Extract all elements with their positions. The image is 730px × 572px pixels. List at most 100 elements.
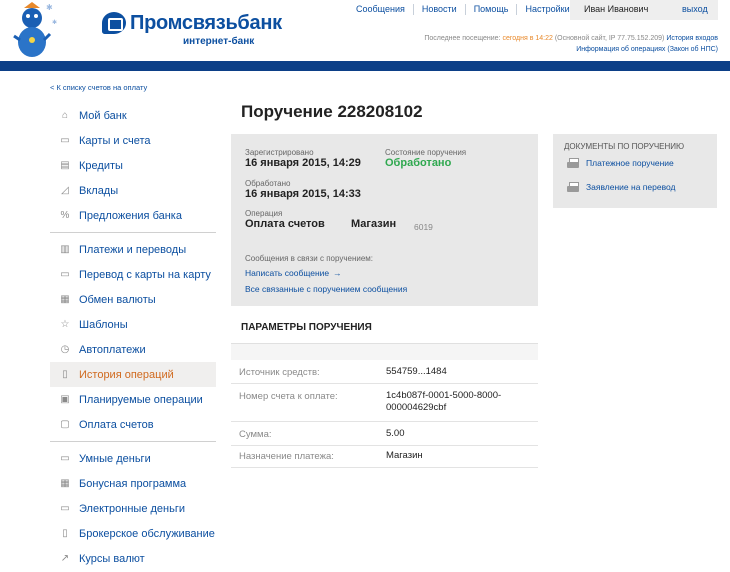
sidebar-item-label: Мой банк (79, 109, 127, 122)
card-icon: ▭ (60, 135, 70, 146)
calendar-icon: ▣ (60, 394, 70, 405)
param-label: Источник средств: (239, 367, 320, 378)
bank-name[interactable]: Промсвязьбанк (130, 12, 282, 35)
printer-icon (567, 158, 579, 168)
sidebar-group-payments: ▥ Платежи и переводы ▭ Перевод с карты на … (50, 237, 216, 442)
sidebar-item-history[interactable]: ▯ История операций (50, 362, 216, 387)
write-message-link[interactable]: Написать сообщение → (245, 268, 342, 278)
sidebar-item-smart-money[interactable]: ▭ Умные деньги (50, 446, 216, 471)
sidebar-item-broker[interactable]: ▯ Брокерское обслуживание (50, 521, 216, 546)
sidebar-item-label: Платежи и переводы (79, 243, 187, 256)
doc-payment-order-link[interactable]: Платежное поручение (567, 158, 674, 168)
emoney-icon: ▭ (60, 503, 70, 514)
sidebar-item-my-bank[interactable]: ⌂ Мой банк (50, 103, 216, 128)
doc-transfer-request-link[interactable]: Заявление на перевод (567, 182, 676, 192)
sidebar-item-offers[interactable]: % Предложения банка (50, 203, 216, 228)
nav-help[interactable]: Помощь (466, 4, 518, 15)
header-bar (0, 61, 730, 71)
sidebar-item-label: Перевод с карты на карту (79, 268, 211, 281)
sidebar-item-label: Кредиты (79, 159, 123, 172)
user-name[interactable]: Иван Иванович (584, 4, 648, 14)
star-icon: ☆ (60, 319, 70, 330)
operation-code: 6019 (414, 222, 433, 232)
param-value: 1c4b087f-0001-5000-8000-000004629cbf (386, 390, 502, 413)
header: ✱ ✱ Промсвязьбанк интернет-банк Сообщени… (0, 0, 730, 62)
table-row: Источник средств: 554759...1484 (231, 360, 538, 384)
wallet-icon: ▭ (60, 453, 70, 464)
processed-value: 16 января 2015, 14:33 (245, 188, 361, 200)
last-visit-info: Последнее посещение: сегодня в 14:22 (Ос… (424, 35, 718, 42)
login-history-link[interactable]: История входов (666, 35, 718, 42)
sidebar-item-payments[interactable]: ▥ Платежи и переводы (50, 237, 216, 262)
status-badge: Обработано (385, 157, 452, 169)
sidebar-item-label: Умные деньги (79, 452, 151, 465)
param-value: 5.00 (386, 428, 405, 439)
params-title: ПАРАМЕТРЫ ПОРУЧЕНИЯ (241, 322, 372, 333)
table-row: Сумма: 5.00 (231, 422, 538, 446)
sidebar-item-label: Карты и счета (79, 134, 151, 147)
order-info-panel: Зарегистрировано 16 января 2015, 14:29 С… (231, 134, 538, 306)
sidebar-item-label: Автоплатежи (79, 343, 146, 356)
clock-icon: ◷ (60, 344, 70, 355)
document-icon: ▯ (62, 369, 68, 380)
last-visit-suffix: (Основной сайт, IP 77.75.152.209) (554, 35, 665, 42)
sidebar-item-planned[interactable]: ▣ Планируемые операции (50, 387, 216, 412)
sidebar-group-services: ▭ Умные деньги ▦ Бонусная программа ▭ Элект… (50, 446, 216, 572)
sidebar-item-credits[interactable]: ▤ Кредиты (50, 153, 216, 178)
bank-subtitle: интернет-банк (183, 36, 255, 47)
svg-text:✱: ✱ (52, 19, 57, 26)
payments-icon: ▥ (60, 244, 70, 255)
exchange-icon: ▦ (60, 294, 70, 305)
chart-icon: ◿ (61, 185, 69, 196)
sidebar-item-label: Планируемые операции (79, 393, 203, 406)
logout-link[interactable]: выход (682, 4, 708, 14)
sidebar-item-label: Обмен валюты (79, 293, 156, 306)
sidebar-item-label: История операций (79, 368, 174, 381)
sidebar-item-label: Вклады (79, 184, 119, 197)
printer-icon (567, 182, 579, 192)
all-messages-link[interactable]: Все связанные с поручением сообщения (245, 284, 407, 294)
back-to-invoices-link[interactable]: < К списку счетов на оплату (50, 83, 147, 92)
doc-label: Платежное поручение (586, 158, 674, 168)
sidebar-item-emoney[interactable]: ▭ Электронные деньги (50, 496, 216, 521)
table-row: Номер счета к оплате: 1c4b087f-0001-5000… (231, 384, 538, 422)
snowman-mascot-icon: ✱ ✱ (13, 2, 57, 57)
bank-logo-icon[interactable] (102, 12, 126, 34)
nav-messages[interactable]: Сообщения (348, 4, 414, 15)
invoice-icon: ▢ (60, 419, 70, 430)
nav-settings[interactable]: Настройки (517, 4, 577, 15)
sidebar-item-card-transfer[interactable]: ▭ Перевод с карты на карту (50, 262, 216, 287)
doc-label: Заявление на перевод (586, 182, 676, 192)
sidebar-item-label: Предложения банка (79, 209, 182, 222)
registered-value: 16 января 2015, 14:29 (245, 157, 361, 169)
sidebar-item-cards[interactable]: ▭ Карты и счета (50, 128, 216, 153)
sidebar-item-templates[interactable]: ☆ Шаблоны (50, 312, 216, 337)
sidebar-item-label: Шаблоны (79, 318, 128, 331)
sidebar-item-rates[interactable]: ↗ Курсы валют (50, 546, 216, 571)
messages-label: Сообщения в связи с поручением: (245, 254, 374, 263)
last-visit-prefix: Последнее посещение: (424, 35, 501, 42)
param-label: Номер счета к оплате: (239, 391, 338, 402)
nav-news[interactable]: Новости (414, 4, 466, 15)
sidebar-item-deposits[interactable]: ◿ Вклады (50, 178, 216, 203)
user-box: Иван Иванович выход (570, 0, 718, 20)
sidebar-item-bonus[interactable]: ▦ Бонусная программа (50, 471, 216, 496)
operation-value: Оплата счетов (245, 218, 325, 230)
documents-box: ДОКУМЕНТЫ ПО ПОРУЧЕНИЮ Платежное поручен… (553, 134, 717, 208)
documents-title: ДОКУМЕНТЫ ПО ПОРУЧЕНИЮ (564, 142, 685, 151)
sidebar: ⌂ Мой банк ▭ Карты и счета ▤ Кредиты ◿ Вклад… (50, 103, 216, 572)
operations-info-link[interactable]: Информация об операциях (Закон об НПС) (576, 46, 718, 53)
sidebar-item-exchange[interactable]: ▦ Обмен валюты (50, 287, 216, 312)
rates-icon: ↗ (60, 553, 70, 564)
param-value: 554759...1484 (386, 366, 447, 377)
registered-label: Зарегистрировано (245, 148, 314, 157)
operation-label: Операция (245, 209, 283, 218)
sidebar-group-main: ⌂ Мой банк ▭ Карты и счета ▤ Кредиты ◿ Вклад… (50, 103, 216, 233)
sidebar-item-autopayments[interactable]: ◷ Автоплатежи (50, 337, 216, 362)
sidebar-item-label: Оплата счетов (79, 418, 154, 431)
sidebar-item-invoices[interactable]: ▢ Оплата счетов (50, 412, 216, 437)
operation-merchant: Магазин (351, 218, 397, 230)
card-transfer-icon: ▭ (60, 269, 70, 280)
last-visit-time: сегодня в 14:22 (502, 35, 553, 42)
home-icon: ⌂ (61, 110, 69, 121)
